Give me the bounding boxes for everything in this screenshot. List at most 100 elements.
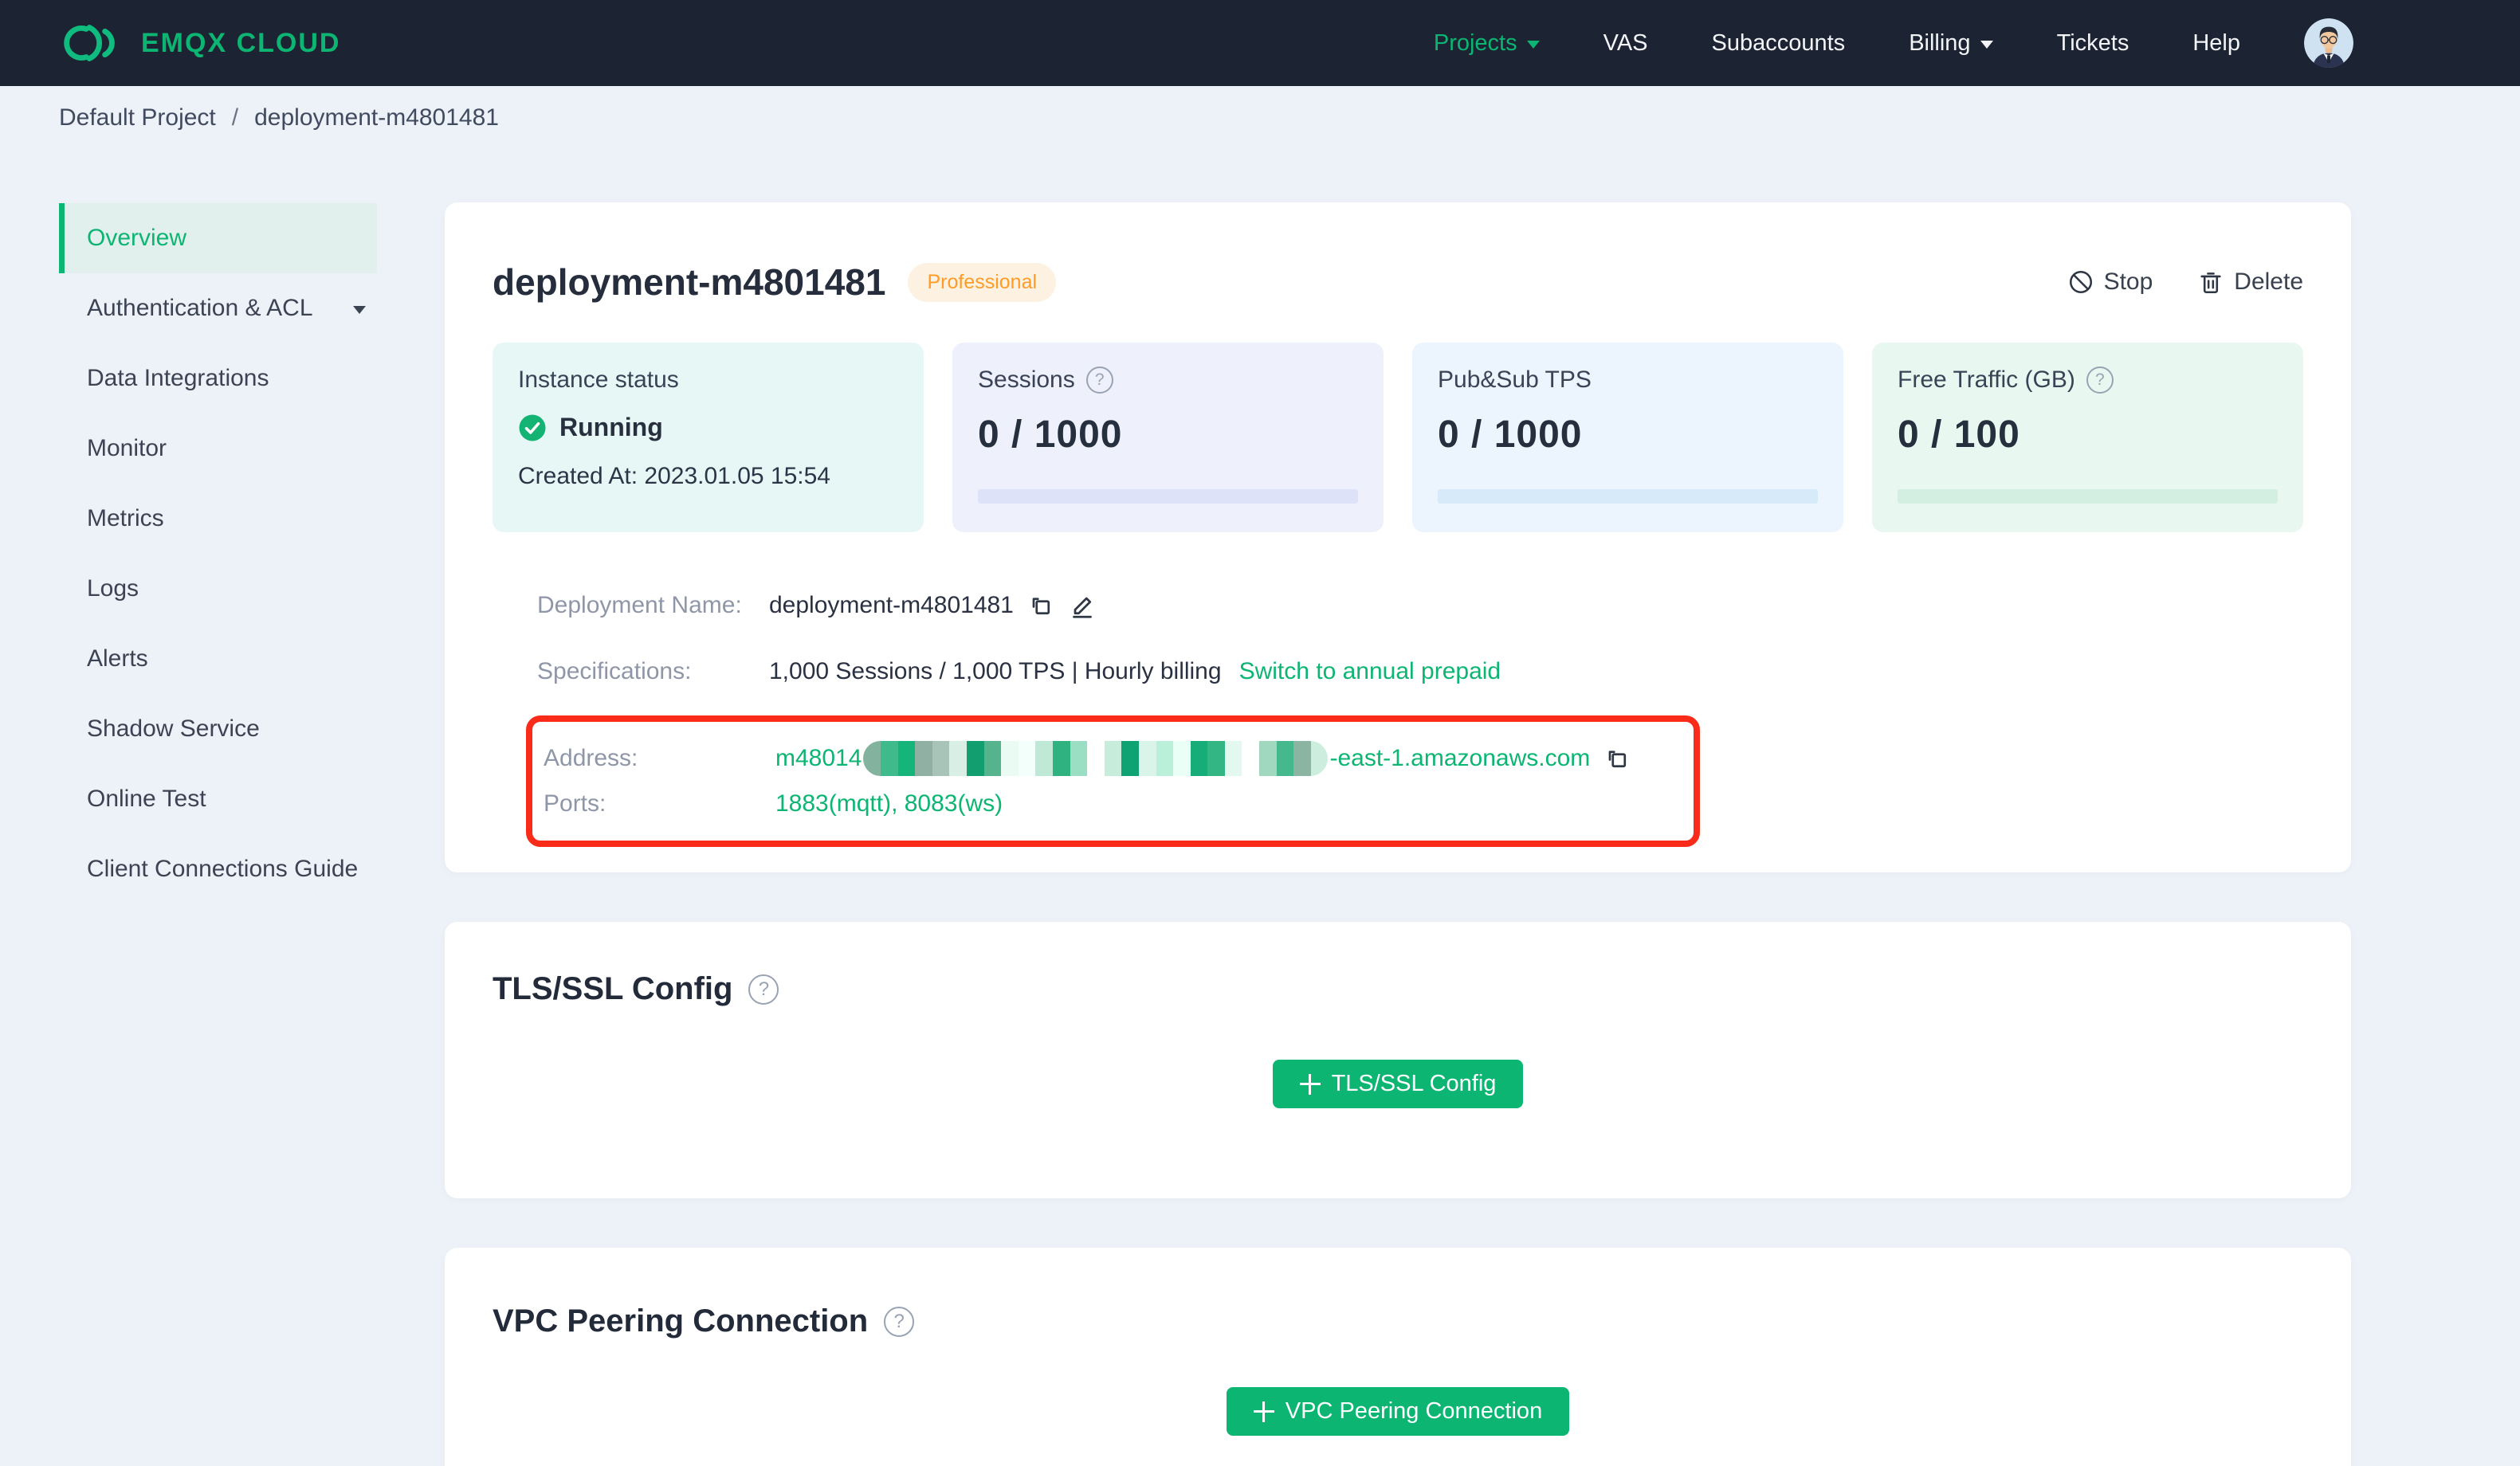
sidebar-item-label: Logs	[87, 575, 139, 602]
sidebar-item-label: Data Integrations	[87, 365, 269, 391]
tls-ssl-section: TLS/SSL Config TLS/SSL Config	[445, 922, 2351, 1198]
stat-label: Pub&Sub TPS	[1438, 366, 1592, 393]
help-icon[interactable]	[1085, 366, 1113, 394]
nav-item-label: Billing	[1909, 29, 1971, 56]
sidebar-item-label: Monitor	[87, 435, 167, 461]
nav-item-tickets[interactable]: Tickets	[2057, 30, 2129, 57]
top-navbar: EMQX CLOUD Projects VAS Subaccounts Bill…	[0, 0, 2520, 86]
sidebar-item-logs[interactable]: Logs	[59, 554, 377, 624]
vpc-peering-section: VPC Peering Connection VPC Peering Conne…	[445, 1248, 2351, 1466]
stop-button[interactable]: Stop	[2067, 269, 2153, 296]
sidebar-item-overview[interactable]: Overview	[59, 203, 377, 273]
address-highlight-annotation: Address: m48014 -east-1.amazonaws.com Po…	[526, 715, 1700, 847]
nav-item-label: Help	[2192, 29, 2240, 56]
nav-item-help[interactable]: Help	[2192, 30, 2240, 57]
help-icon[interactable]	[748, 974, 779, 1005]
stat-label: Sessions	[978, 366, 1075, 393]
sidebar-item-client-connections-guide[interactable]: Client Connections Guide	[59, 834, 377, 904]
stop-label: Stop	[2103, 269, 2153, 295]
edit-button[interactable]	[1068, 591, 1097, 620]
sidebar-item-label: Authentication & ACL	[87, 295, 313, 321]
address-prefix: m48014	[775, 745, 862, 771]
sidebar: Overview Authentication & ACL Data Integ…	[0, 149, 445, 1466]
sidebar-item-data-integrations[interactable]: Data Integrations	[59, 343, 377, 414]
nav-menu: Projects VAS Subaccounts Billing Tickets…	[1434, 18, 2353, 68]
chevron-down-icon	[353, 306, 366, 314]
sessions-card: Sessions 0 / 1000	[952, 343, 1384, 532]
nav-item-label: Tickets	[2056, 29, 2129, 56]
plan-badge: Professional	[908, 262, 1057, 302]
address-censored-mosaic	[863, 741, 1329, 776]
nav-item-label: VAS	[1603, 29, 1648, 56]
instance-status-card: Instance status Running Created At: 2023…	[493, 343, 924, 532]
help-icon[interactable]	[884, 1306, 915, 1337]
copy-address-button[interactable]	[1603, 744, 1631, 773]
breadcrumb: Default Project / deployment-m4801481	[0, 86, 2520, 149]
created-at-text: Created At: 2023.01.05 15:54	[518, 463, 830, 489]
sessions-value: 0 / 1000	[978, 414, 1123, 456]
sessions-progress-bar	[978, 489, 1358, 504]
sidebar-item-label: Metrics	[87, 505, 164, 531]
ports-value: 1883(mqtt), 8083(ws)	[775, 790, 1003, 817]
delete-label: Delete	[2234, 269, 2303, 295]
check-circle-icon	[519, 414, 546, 441]
delete-button[interactable]: Delete	[2197, 269, 2303, 296]
tps-value: 0 / 1000	[1438, 414, 1583, 456]
chevron-down-icon	[1980, 41, 1993, 49]
sidebar-item-label: Overview	[87, 225, 187, 251]
add-tls-ssl-config-button[interactable]: TLS/SSL Config	[1272, 1060, 1524, 1108]
sidebar-item-metrics[interactable]: Metrics	[59, 484, 377, 554]
deployment-name-value: deployment-m4801481	[769, 592, 1014, 618]
copy-icon	[1608, 751, 1627, 768]
breadcrumb-separator: /	[231, 104, 239, 131]
user-avatar[interactable]	[2304, 18, 2353, 68]
sidebar-item-authentication-acl[interactable]: Authentication & ACL	[59, 273, 377, 343]
vpc-peering-title: VPC Peering Connection	[493, 1303, 869, 1339]
brand[interactable]: EMQX CLOUD	[58, 22, 340, 64]
sidebar-item-label: Online Test	[87, 786, 206, 812]
add-vpc-peering-button[interactable]: VPC Peering Connection	[1226, 1387, 1570, 1436]
sidebar-item-shadow-service[interactable]: Shadow Service	[59, 694, 377, 764]
brand-name: EMQX CLOUD	[141, 27, 341, 58]
main-content: deployment-m4801481 Professional Stop De…	[445, 149, 2520, 1466]
sidebar-item-online-test[interactable]: Online Test	[59, 764, 377, 834]
traffic-value: 0 / 100	[1898, 414, 2020, 456]
traffic-progress-bar	[1898, 489, 2278, 504]
chevron-down-icon	[1526, 41, 1540, 49]
page-title: deployment-m4801481	[493, 261, 886, 303]
copy-icon	[1032, 598, 1050, 615]
address-suffix: -east-1.amazonaws.com	[1329, 745, 1591, 771]
stat-label: Free Traffic (GB)	[1898, 366, 2075, 393]
pubsub-tps-card: Pub&Sub TPS 0 / 1000	[1412, 343, 1843, 532]
button-label: VPC Peering Connection	[1285, 1398, 1543, 1424]
copy-button[interactable]	[1026, 591, 1055, 620]
sidebar-item-label: Shadow Service	[87, 715, 260, 742]
specifications-label: Specifications:	[537, 658, 692, 684]
nav-item-projects[interactable]: Projects	[1434, 30, 1540, 57]
deployment-info: Deployment Name: deployment-m4801481 Spe…	[493, 582, 2303, 847]
nav-item-vas[interactable]: VAS	[1603, 30, 1648, 57]
nav-item-subaccounts[interactable]: Subaccounts	[1712, 30, 1846, 57]
trash-icon	[2200, 272, 2221, 294]
instance-status-text: Running	[559, 413, 663, 441]
tps-progress-bar	[1438, 489, 1818, 504]
deployment-overview-card: deployment-m4801481 Professional Stop De…	[445, 202, 2351, 872]
ports-label: Ports:	[544, 790, 606, 817]
plus-icon	[1253, 1401, 1274, 1422]
nav-item-billing[interactable]: Billing	[1909, 29, 1993, 57]
nav-item-label: Subaccounts	[1711, 29, 1846, 56]
stat-label: Instance status	[518, 366, 679, 393]
button-label: TLS/SSL Config	[1331, 1071, 1497, 1096]
sidebar-item-monitor[interactable]: Monitor	[59, 414, 377, 484]
stats-row: Instance status Running Created At: 2023…	[493, 343, 2303, 532]
switch-annual-prepaid-link[interactable]: Switch to annual prepaid	[1239, 658, 1501, 685]
edit-pen-icon	[1073, 597, 1092, 618]
free-traffic-card: Free Traffic (GB) 0 / 100	[1872, 343, 2303, 532]
breadcrumb-current: deployment-m4801481	[254, 104, 499, 131]
help-icon[interactable]	[2086, 366, 2114, 394]
breadcrumb-project[interactable]: Default Project	[59, 104, 216, 131]
sidebar-item-alerts[interactable]: Alerts	[59, 624, 377, 694]
plus-icon	[1299, 1073, 1321, 1095]
emqx-logo-icon	[58, 22, 127, 64]
tls-ssl-title: TLS/SSL Config	[493, 971, 733, 1006]
